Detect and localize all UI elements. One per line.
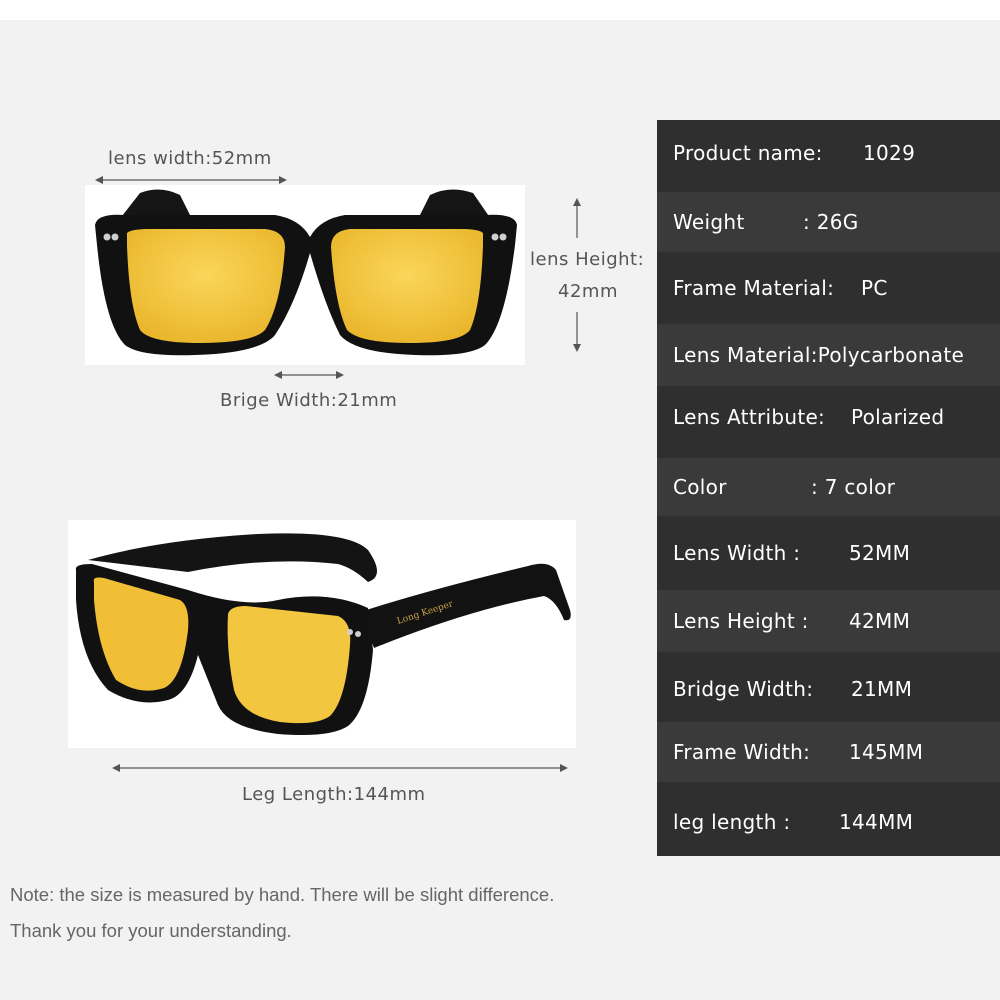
bridge-width-label: Brige Width:21mm — [220, 390, 398, 411]
spec-row-lens-width: Lens Width :52MM — [673, 541, 911, 565]
spec-row-lens-material: Lens Material: Polycarbonate — [657, 324, 1000, 386]
side-view-photo: Long Keeper — [68, 520, 576, 748]
spec-row-color: Color: 7 color — [657, 458, 1000, 516]
leg-length-arrow — [112, 764, 568, 772]
spec-row-lens-attribute: Lens Attribute: Polarized — [673, 405, 945, 429]
note-line-1: Note: the size is measured by hand. Ther… — [10, 884, 555, 905]
product-detail-canvas: lens width:52mm lens Height: 42mm Brige … — [0, 0, 1000, 1000]
spec-row-frame-material: Frame Material: PC — [673, 276, 888, 300]
spec-row-lens-height: Lens Height :42MM — [657, 590, 1000, 652]
lens-height-arrow-bottom — [573, 312, 581, 352]
note-line-2: Thank you for your understanding. — [10, 920, 292, 941]
lens-height-value: 42mm — [558, 281, 618, 302]
lens-width-label: lens width:52mm — [108, 148, 272, 169]
spec-row-bridge-width: Bridge Width: 21MM — [673, 677, 913, 701]
sunglasses-side-image: Long Keeper — [75, 533, 571, 735]
spec-row-product-name: Product name: 1029 — [673, 141, 916, 165]
spec-table: Product name: 1029 Weight: 26G Frame Mate… — [657, 120, 1000, 856]
spec-row-weight: Weight: 26G — [657, 192, 1000, 252]
sunglasses-front-image — [95, 189, 517, 356]
lens-height-arrow-top — [573, 198, 581, 238]
bridge-width-arrow — [274, 371, 344, 379]
spec-row-frame-width: Frame Width: 145MM — [657, 722, 1000, 782]
lens-width-arrow — [95, 176, 287, 184]
lens-height-label: lens Height: — [530, 249, 645, 270]
top-band — [0, 0, 1000, 20]
front-view-photo — [85, 185, 525, 365]
spec-row-leg-length: leg length :144MM — [673, 810, 914, 834]
leg-length-label: Leg Length:144mm — [242, 784, 426, 805]
